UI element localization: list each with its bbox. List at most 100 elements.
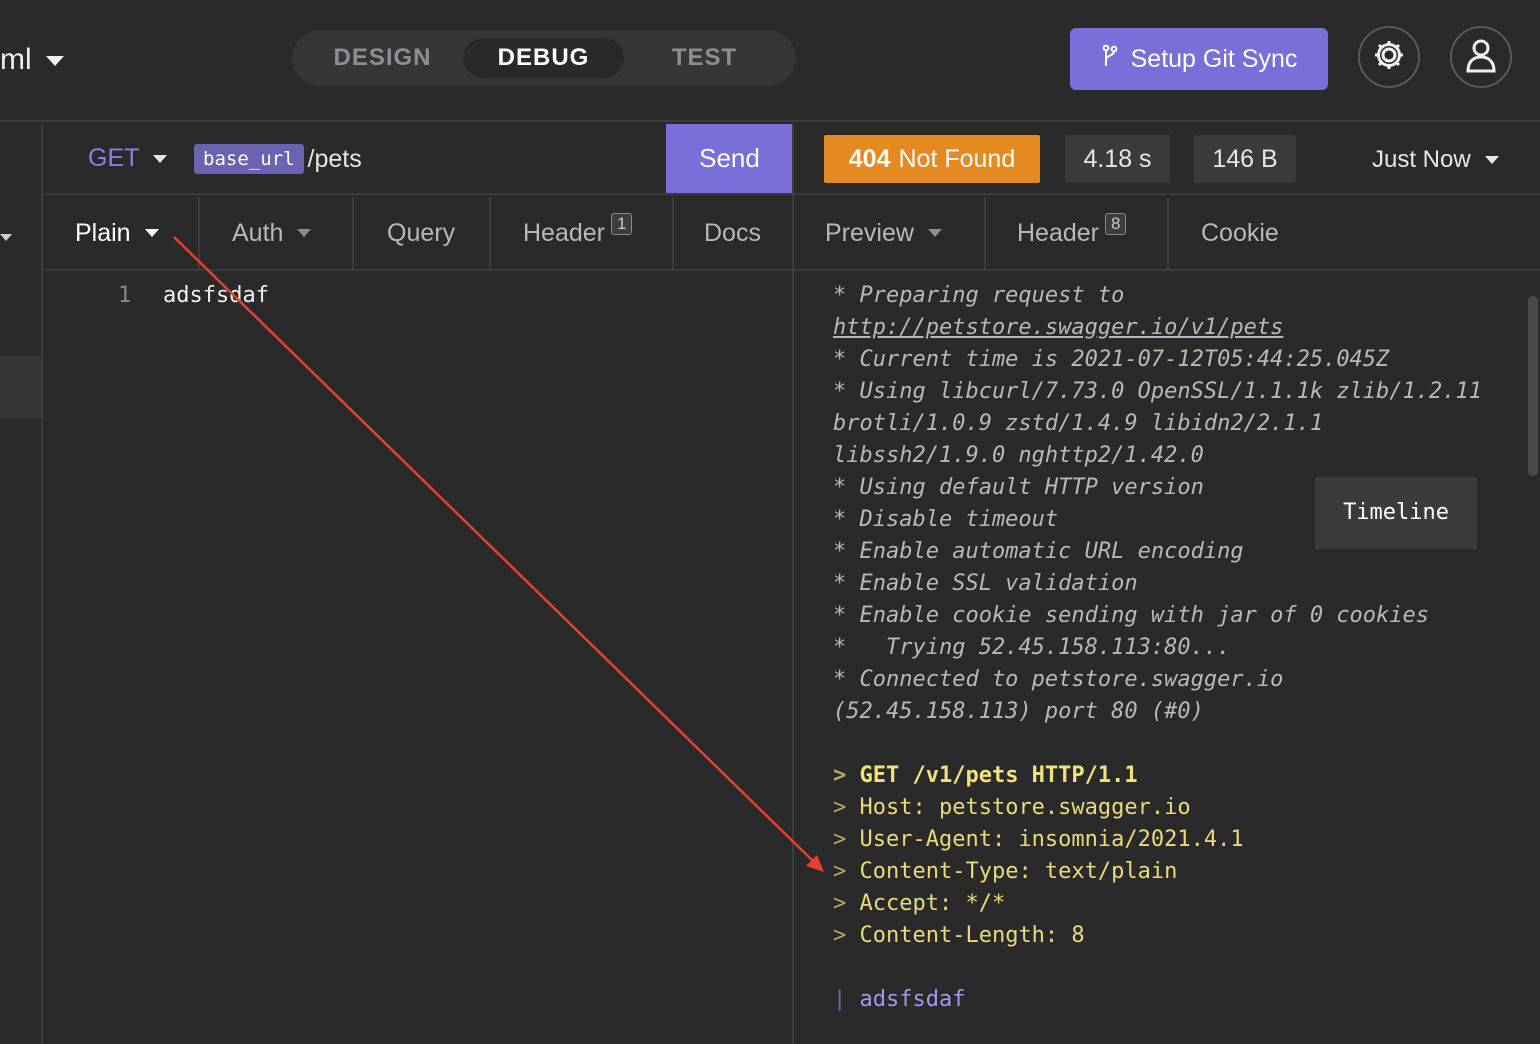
method-dropdown[interactable]: GET xyxy=(88,144,168,173)
tab-docs[interactable]: Docs xyxy=(704,197,761,269)
tab-label: Auth xyxy=(232,218,284,247)
settings-button[interactable] xyxy=(1358,26,1420,88)
timeline-line: * Using default HTTP version xyxy=(833,475,1204,500)
timeline-text: User-Agent: insomnia/2021.4.1 xyxy=(859,827,1244,852)
setup-git-sync-button[interactable]: Setup Git Sync xyxy=(1070,28,1328,90)
timeline-line: * Current time is 2021-07-12T05:44:25.04… xyxy=(833,347,1390,372)
timeline-request-header: > Accept: */* xyxy=(833,891,1006,916)
chevron-down-icon[interactable] xyxy=(0,234,12,241)
timeline-request-body: | adsfsdaf xyxy=(833,987,966,1012)
sidebar-selected-item[interactable] xyxy=(0,356,41,418)
mode-test-tab[interactable]: TEST xyxy=(624,38,785,78)
response-size: 146 B xyxy=(1194,135,1296,183)
environment-variable-tag[interactable]: base_url xyxy=(194,144,304,174)
top-bar: ml DESIGN DEBUG TEST Setup Git Sync xyxy=(0,0,1540,122)
tab-query[interactable]: Query xyxy=(387,197,455,269)
status-badge: 404 Not Found xyxy=(824,135,1040,183)
tab-label: Header xyxy=(1017,218,1099,247)
timeline-request-header: > Content-Type: text/plain xyxy=(833,859,1178,884)
mode-switcher: DESIGN DEBUG TEST xyxy=(292,30,796,86)
request-tabs: Plain Auth Query Header 1 Docs xyxy=(45,197,793,271)
timeline-text: GET /v1/pets HTTP/1.1 xyxy=(859,763,1138,788)
method-label: GET xyxy=(88,144,140,172)
response-history-dropdown[interactable]: Just Now xyxy=(1372,146,1499,174)
timeline-line: * Preparing request to xyxy=(833,283,1125,308)
timeline-text: Accept: */* xyxy=(859,891,1006,916)
status-code: 404 xyxy=(848,144,891,173)
account-button[interactable] xyxy=(1450,26,1512,88)
sidebar-collapsed xyxy=(0,124,43,1044)
timeline-text: Host: petstore.swagger.io xyxy=(859,795,1191,820)
tab-label: Docs xyxy=(704,218,761,247)
mode-design-tab[interactable]: DESIGN xyxy=(302,38,463,78)
chevron-down-icon xyxy=(153,154,168,163)
tab-cookie[interactable]: Cookie xyxy=(1201,197,1279,269)
url-input[interactable]: base_url /pets xyxy=(194,144,362,174)
tab-response-header[interactable]: Header 8 xyxy=(1017,197,1127,269)
timeline-viewer[interactable]: * Preparing request to http://petstore.s… xyxy=(833,280,1523,1016)
request-url-bar: GET base_url /pets Send xyxy=(45,124,793,195)
timeline-line: libssh2/1.9.0 nghttp2/1.42.0 xyxy=(833,443,1204,468)
user-icon xyxy=(1464,37,1498,78)
timeline-line: * Disable timeout xyxy=(833,507,1059,532)
workspace-name: ml xyxy=(0,43,32,76)
chevron-down-icon xyxy=(144,229,159,237)
timeline-text: Content-Type: text/plain xyxy=(859,859,1178,884)
setup-git-sync-label: Setup Git Sync xyxy=(1130,44,1298,73)
timeline-line: * Using libcurl/7.73.0 OpenSSL/1.1.1k zl… xyxy=(833,379,1483,404)
timeline-text: adsfsdaf xyxy=(859,987,966,1012)
response-tabs: Preview Header 8 Cookie Timeline xyxy=(794,197,1540,549)
timeline-line: * Connected to petstore.swagger.io xyxy=(833,667,1284,692)
tab-body-plain[interactable]: Plain xyxy=(75,197,159,269)
tab-label: Plain xyxy=(75,218,131,247)
tab-divider xyxy=(1167,197,1169,269)
request-url-link[interactable]: http://petstore.swagger.io/v1/pets xyxy=(833,315,1283,340)
response-timestamp: Just Now xyxy=(1372,146,1471,173)
tab-header[interactable]: Header 1 xyxy=(523,197,633,269)
code-line[interactable]: adsfsdaf xyxy=(163,283,269,308)
tab-divider xyxy=(352,197,354,269)
chevron-down-icon xyxy=(45,56,64,66)
response-time: 4.18 s xyxy=(1065,135,1170,183)
line-number: 1 xyxy=(118,283,132,308)
tab-divider xyxy=(984,197,986,269)
timeline-scrollbar[interactable] xyxy=(1528,296,1538,476)
url-path: /pets xyxy=(307,144,362,173)
timeline-line: (52.45.158.113) port 80 (#0) xyxy=(833,699,1204,724)
timeline-request-line: > GET /v1/pets HTTP/1.1 xyxy=(833,763,1138,788)
tab-divider xyxy=(198,197,200,269)
timeline-request-header: > Content-Length: 8 xyxy=(833,923,1085,948)
tab-label: Query xyxy=(387,218,456,247)
timeline-line: * Enable automatic URL encoding xyxy=(833,539,1244,564)
tab-label: Preview xyxy=(825,218,914,247)
timeline-line: * Trying 52.45.158.113:80... xyxy=(833,635,1231,660)
header-count-badge: 1 xyxy=(611,213,633,235)
timeline-request-header: > Host: petstore.swagger.io xyxy=(833,795,1191,820)
timeline-line: http://petstore.swagger.io/v1/pets xyxy=(833,312,1523,344)
mode-debug-tab[interactable]: DEBUG xyxy=(463,38,624,78)
timeline-line: brotli/1.0.9 zstd/1.4.9 libidn2/2.1.1 xyxy=(833,411,1324,436)
workspace-selector[interactable]: ml xyxy=(0,38,64,82)
tab-divider xyxy=(672,197,674,269)
gear-icon xyxy=(1372,38,1406,77)
chevron-down-icon xyxy=(297,229,312,237)
timeline-line: * Enable cookie sending with jar of 0 co… xyxy=(833,603,1430,628)
tab-divider xyxy=(489,197,491,269)
send-button[interactable]: Send xyxy=(666,124,793,193)
timeline-text: Content-Length: 8 xyxy=(859,923,1085,948)
chevron-down-icon xyxy=(927,229,942,237)
tab-preview[interactable]: Preview xyxy=(825,197,942,269)
status-text: Not Found xyxy=(898,144,1016,173)
chevron-down-icon xyxy=(1484,156,1499,164)
git-branch-icon xyxy=(1101,44,1119,75)
response-status-bar: 404 Not Found 4.18 s 146 B Just Now xyxy=(794,124,1540,195)
tab-auth[interactable]: Auth xyxy=(232,197,312,269)
request-body-editor[interactable]: 1 adsfsdaf xyxy=(45,273,793,1044)
header-count-badge: 8 xyxy=(1105,213,1127,235)
timeline-spacer xyxy=(833,728,1523,760)
tab-label: Header xyxy=(523,218,605,247)
timeline-request-header: > User-Agent: insomnia/2021.4.1 xyxy=(833,827,1244,852)
timeline-spacer xyxy=(833,952,1523,984)
tab-label: Cookie xyxy=(1201,218,1279,247)
timeline-line: * Enable SSL validation xyxy=(833,571,1138,596)
